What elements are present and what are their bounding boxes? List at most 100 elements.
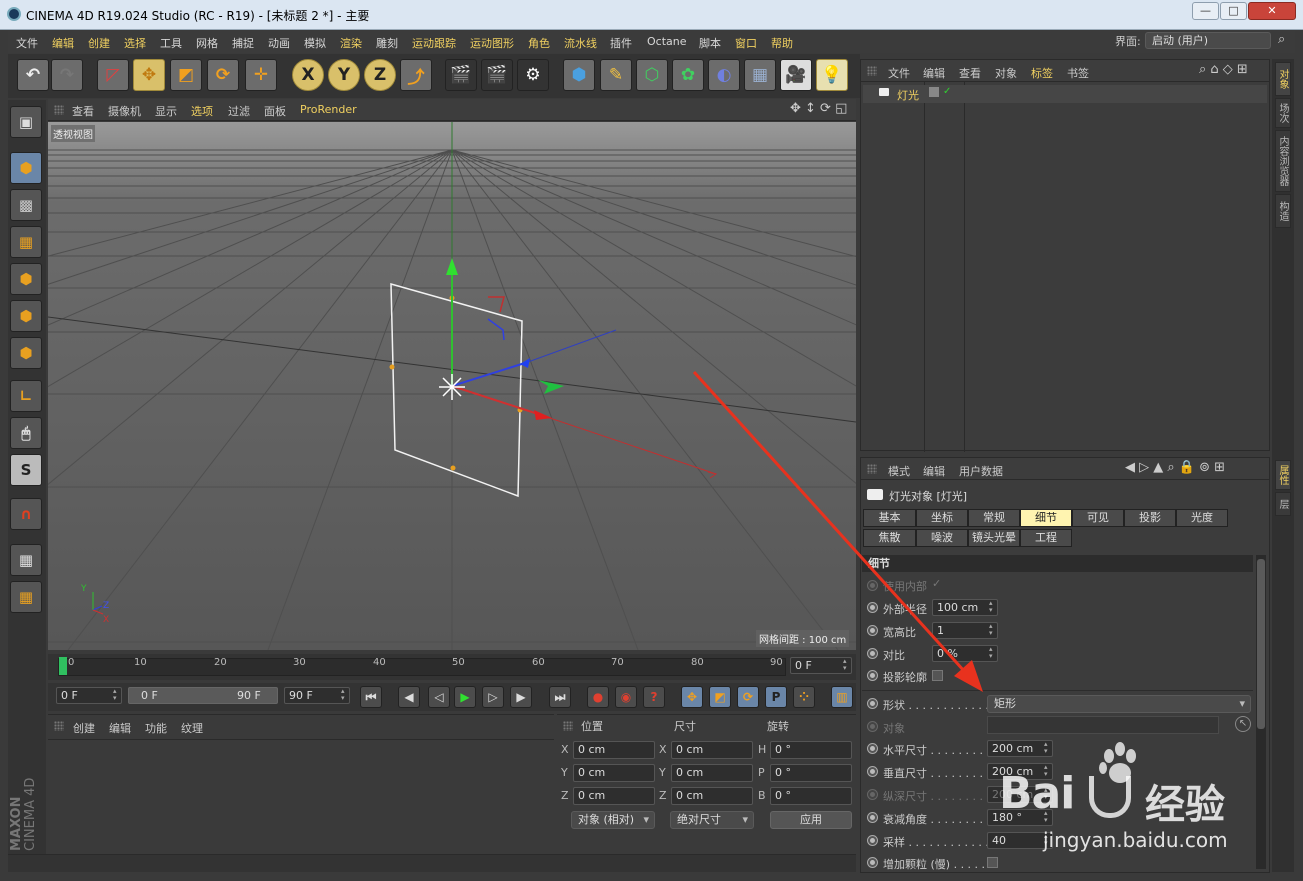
menu-window[interactable]: 窗口 — [735, 35, 757, 51]
vp-menu-filter[interactable]: 过滤 — [228, 103, 250, 119]
render-picture-viewer-icon[interactable]: 🎬 — [481, 59, 513, 91]
anim-dot[interactable] — [867, 743, 878, 754]
h-size-field[interactable]: 200 cm — [987, 740, 1053, 757]
menu-mesh[interactable]: 网格 — [196, 35, 218, 51]
obj-menu-bookmarks[interactable]: 书签 — [1067, 65, 1089, 81]
menu-character[interactable]: 角色 — [528, 35, 550, 51]
anim-dot[interactable] — [867, 698, 878, 709]
pos-x-field[interactable]: 0 cm — [573, 741, 655, 759]
polygons-mode-icon[interactable]: ⬢ — [10, 337, 42, 369]
floor-icon[interactable]: ▦ — [744, 59, 776, 91]
obj-header-icons[interactable]: ⌕ ⌂ ◇ ⊞ — [1199, 62, 1248, 77]
rotation-handle-blue[interactable] — [487, 318, 505, 341]
x-gizmo-axis[interactable] — [451, 385, 539, 415]
object-row[interactable]: 灯光 ✓ — [863, 85, 1267, 103]
render-settings-icon[interactable]: ⚙ — [517, 59, 549, 91]
live-selection-icon[interactable]: ◸ — [97, 59, 129, 91]
y-gizmo-arrow[interactable] — [446, 258, 458, 275]
workplane-icon[interactable]: ▦ — [10, 226, 42, 258]
menu-sculpt[interactable]: 雕刻 — [376, 35, 398, 51]
rotate-tool-icon[interactable]: ⟳ — [207, 59, 239, 91]
shadow-caster-checkbox[interactable] — [932, 670, 943, 681]
size-x-field[interactable]: 0 cm — [671, 741, 753, 759]
anim-dot[interactable] — [867, 812, 878, 823]
close-button[interactable]: ✕ — [1248, 2, 1296, 20]
size-y-field[interactable]: 0 cm — [671, 764, 753, 782]
perspective-viewport[interactable]: Y Z X 透视视图 网格间距 : 100 cm — [48, 122, 856, 650]
cube-icon[interactable]: ⬢ — [563, 59, 595, 91]
next-key-icon[interactable]: ▶ — [510, 686, 532, 708]
attr-menu-edit[interactable]: 编辑 — [923, 463, 945, 479]
tab-attributes-vertical[interactable]: 属性 — [1275, 460, 1291, 490]
tab-general[interactable]: 常规 — [968, 509, 1020, 527]
z-gizmo-axis[interactable] — [451, 361, 529, 387]
autokey-icon[interactable]: ◉ — [615, 686, 637, 708]
light-icon[interactable]: 💡 — [816, 59, 848, 91]
tab-layers-vertical[interactable]: 层 — [1275, 492, 1291, 516]
model-mode-icon[interactable]: ⬢ — [10, 152, 42, 184]
x-axis-lock-button[interactable]: X — [292, 59, 324, 91]
tab-lens-flare[interactable]: 镜头光晕 — [968, 529, 1020, 547]
make-editable-icon[interactable]: ▣ — [10, 106, 42, 138]
menu-pipeline[interactable]: 流水线 — [564, 35, 597, 51]
coordinate-system-icon[interactable]: ⤴ — [400, 59, 432, 91]
camera-icon[interactable]: 🎥 — [780, 59, 812, 91]
attr-menu-userdata[interactable]: 用户数据 — [959, 463, 1003, 479]
menu-animate[interactable]: 动画 — [268, 35, 290, 51]
anim-dot[interactable] — [867, 857, 878, 868]
contrast-field[interactable]: 0 % — [932, 645, 998, 662]
menu-create[interactable]: 创建 — [88, 35, 110, 51]
planar-workplane-icon[interactable]: ▦ — [10, 581, 42, 613]
enabled-check-icon[interactable]: ✓ — [943, 86, 951, 97]
obj-menu-view[interactable]: 查看 — [959, 65, 981, 81]
rot-p-field[interactable]: 0 ° — [770, 764, 852, 782]
anim-dot[interactable] — [867, 721, 878, 732]
menu-render[interactable]: 渲染 — [340, 35, 362, 51]
size-mode-select[interactable]: 绝对尺寸 — [670, 811, 754, 829]
light-center-icon[interactable] — [439, 374, 465, 400]
texture-mode-icon[interactable]: ▩ — [10, 189, 42, 221]
vp-menu-panel[interactable]: 面板 — [264, 103, 286, 119]
scale-tool-icon[interactable]: ◩ — [170, 59, 202, 91]
outer-radius-field[interactable]: 100 cm — [932, 599, 998, 616]
coord-mode-select[interactable]: 对象 (相对) — [571, 811, 655, 829]
rot-b-field[interactable]: 0 ° — [770, 787, 852, 805]
shape-select[interactable]: 矩形 — [987, 695, 1251, 713]
depth-field[interactable]: 200 cm — [987, 786, 1053, 803]
transform-tool-icon[interactable]: ✛ — [245, 59, 277, 91]
tab-content-browser-vertical[interactable]: 内容浏览器 — [1275, 130, 1291, 192]
start-frame-field[interactable]: 0 F — [56, 687, 122, 704]
tab-takes-vertical[interactable]: 场次 — [1275, 98, 1291, 128]
obj-menu-file[interactable]: 文件 — [888, 65, 910, 81]
key-scale-icon[interactable]: ◩ — [709, 686, 731, 708]
object-name[interactable]: 灯光 — [897, 87, 919, 103]
locked-workplane-icon[interactable]: ▦ — [10, 544, 42, 576]
menu-script[interactable]: 脚本 — [699, 35, 721, 51]
v-size-field[interactable]: 200 cm — [987, 763, 1053, 780]
menu-snap[interactable]: 捕捉 — [232, 35, 254, 51]
light-handle[interactable] — [389, 364, 395, 370]
pos-y-field[interactable]: 0 cm — [573, 764, 655, 782]
current-frame-field[interactable]: 0 F — [790, 657, 852, 674]
cloner-icon[interactable]: ✿ — [672, 59, 704, 91]
tweak-mode-icon[interactable]: 🖱 — [10, 417, 42, 449]
tab-shadow[interactable]: 投影 — [1124, 509, 1176, 527]
vp-nav-icons[interactable]: ✥ ↕ ⟳ ◱ — [790, 101, 847, 116]
interface-select[interactable]: 启动 (用户) — [1145, 32, 1271, 49]
tab-caustics[interactable]: 焦散 — [863, 529, 916, 547]
samples-field[interactable]: 40 — [987, 832, 1053, 849]
obj-menu-objects[interactable]: 对象 — [995, 65, 1017, 81]
points-mode-icon[interactable]: ⬢ — [10, 263, 42, 295]
anim-dot[interactable] — [867, 835, 878, 846]
menu-plugins[interactable]: 插件 — [610, 35, 632, 51]
tab-project[interactable]: 工程 — [1020, 529, 1072, 547]
timeline-window-icon[interactable]: ▥ — [831, 686, 853, 708]
vp-menu-view[interactable]: 查看 — [72, 103, 94, 119]
menu-file[interactable]: 文件 — [16, 35, 38, 51]
solo-mode-icon[interactable]: S — [10, 454, 42, 486]
axis-mode-icon[interactable]: ∟ — [10, 380, 42, 412]
time-cursor[interactable] — [59, 657, 67, 675]
anim-dot[interactable] — [867, 625, 878, 636]
edges-mode-icon[interactable]: ⬢ — [10, 300, 42, 332]
obj-menu-edit[interactable]: 编辑 — [923, 65, 945, 81]
